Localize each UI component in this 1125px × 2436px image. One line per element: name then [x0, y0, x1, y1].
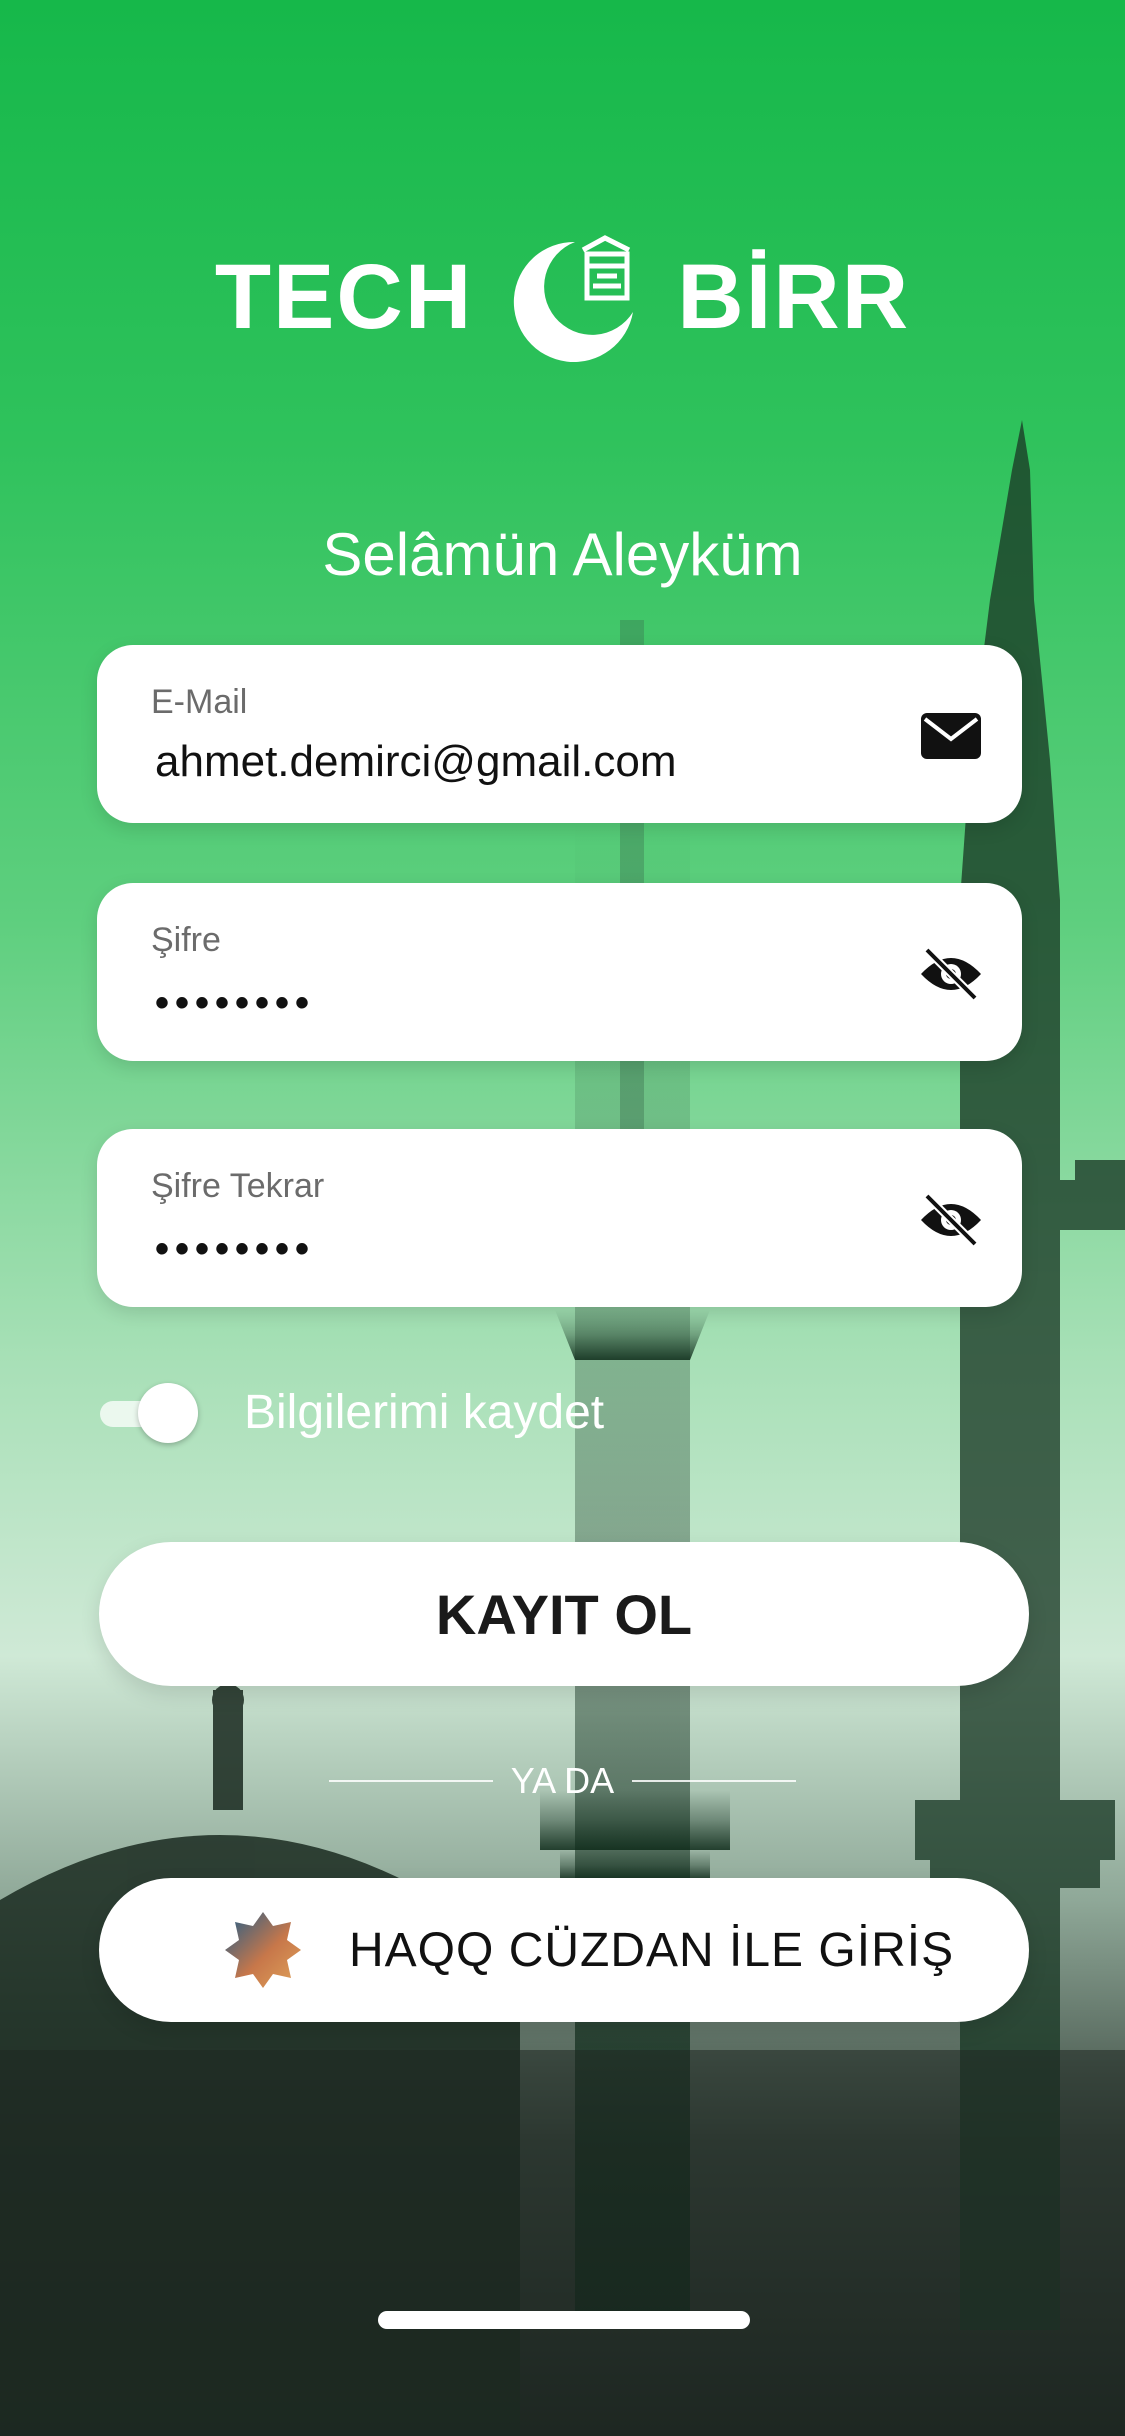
email-field[interactable]: E-Mail ahmet.demirci@gmail.com — [97, 645, 1022, 823]
remember-me-row: Bilgilerimi kaydet — [100, 1382, 605, 1443]
home-indicator[interactable] — [378, 2311, 750, 2329]
password-input[interactable]: •••••••• — [155, 981, 315, 1026]
password-repeat-field-label: Şifre Tekrar — [151, 1167, 325, 1205]
app-logo: TECH BİRR — [0, 232, 1125, 362]
signup-screen: TECH BİRR Selâmün Aleyküm E-Mail ahmet.d… — [0, 0, 1125, 2436]
password-field[interactable]: Şifre •••••••• — [97, 883, 1022, 1061]
divider-text: YA DA — [510, 1760, 615, 1801]
email-field-label: E-Mail — [151, 683, 248, 721]
password-repeat-field[interactable]: Şifre Tekrar •••••••• — [97, 1129, 1022, 1307]
haqq-wallet-login-label: HAQQ CÜZDAN İLE GİRİŞ — [349, 1923, 955, 1977]
haqq-star-icon — [225, 1912, 301, 1988]
divider-line-left — [328, 1780, 493, 1782]
eye-off-icon[interactable] — [916, 939, 986, 1009]
toggle-knob — [138, 1382, 198, 1443]
or-divider: YA DA — [0, 1760, 1125, 1802]
password-field-label: Şifre — [151, 921, 221, 959]
mail-icon — [916, 701, 986, 771]
eye-off-icon[interactable] — [916, 1185, 986, 1255]
crescent-kaaba-icon — [514, 235, 634, 362]
remember-me-toggle[interactable] — [100, 1382, 198, 1443]
divider-line-right — [632, 1780, 797, 1782]
register-button[interactable]: KAYIT OL — [99, 1542, 1029, 1686]
password-repeat-input[interactable]: •••••••• — [155, 1227, 315, 1272]
haqq-wallet-login-button[interactable]: HAQQ CÜZDAN İLE GİRİŞ — [99, 1878, 1029, 2022]
email-input[interactable]: ahmet.demirci@gmail.com — [155, 737, 676, 787]
greeting-title: Selâmün Aleyküm — [322, 521, 803, 588]
remember-me-label: Bilgilerimi kaydet — [244, 1386, 605, 1439]
logo-text-left: TECH — [214, 245, 474, 348]
logo-text-right: BİRR — [677, 245, 911, 348]
